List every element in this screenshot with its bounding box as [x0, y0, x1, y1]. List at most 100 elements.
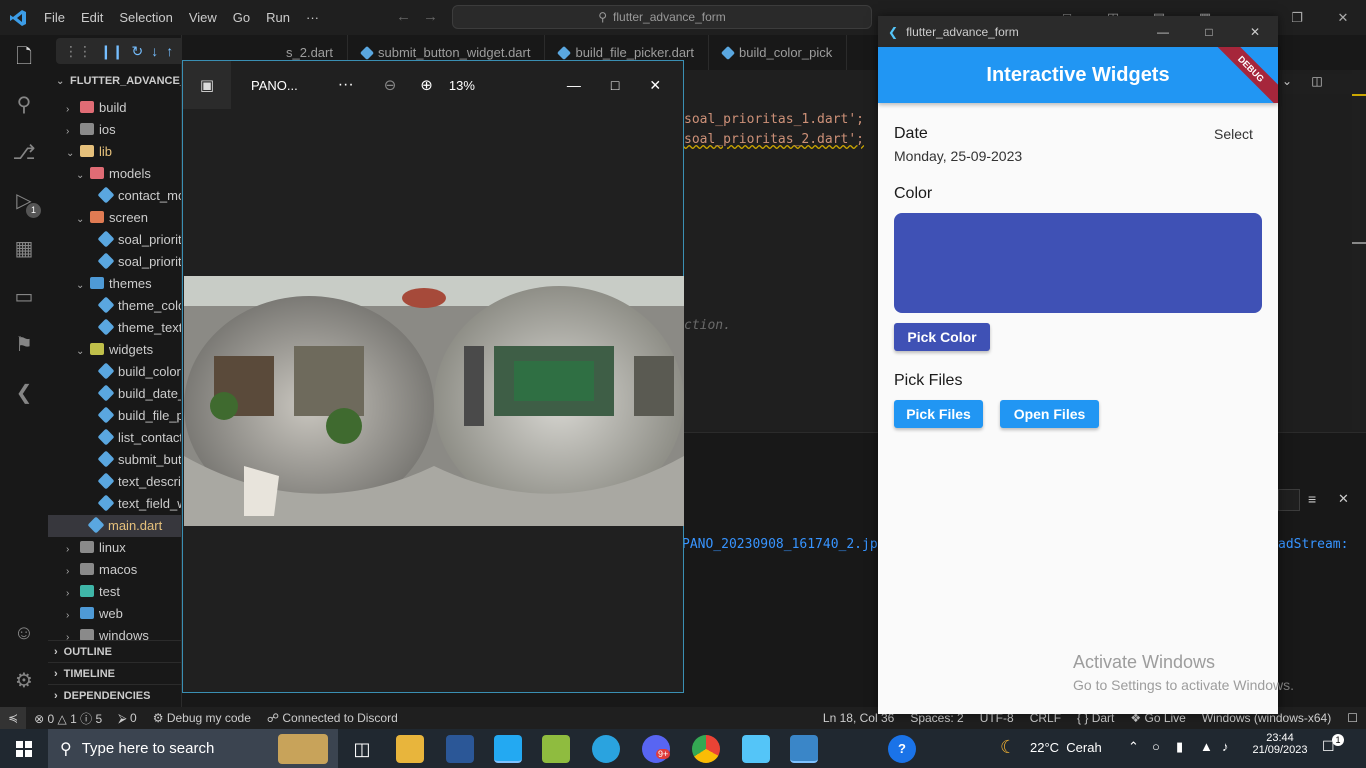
pause-icon[interactable]: ❙❙	[100, 43, 123, 60]
tree-folder[interactable]: ⌄ models	[48, 163, 181, 185]
tree-file[interactable]: list_contact	[48, 427, 181, 449]
maximize-icon[interactable]: □	[611, 77, 619, 93]
command-center-search[interactable]: ⚲ flutter_advance_form	[452, 5, 872, 29]
zoom-out-icon[interactable]: ⊖	[384, 76, 397, 94]
tree-folder[interactable]: › ios	[48, 119, 181, 141]
ports-indicator[interactable]: ⮚ 0	[110, 711, 145, 726]
tree-file[interactable]: soal_priorit	[48, 251, 181, 273]
pick-color-button[interactable]: Pick Color	[894, 323, 990, 351]
close-icon[interactable]: ✕	[1320, 0, 1366, 35]
restore-icon[interactable]: ❐	[1274, 0, 1320, 35]
tree-file[interactable]: text_descri	[48, 471, 181, 493]
help-icon[interactable]: ?	[888, 735, 916, 763]
editor-minimap[interactable]	[1352, 70, 1366, 430]
discord-icon[interactable]: 9+	[642, 735, 671, 763]
minimize-icon[interactable]: —	[1140, 25, 1186, 39]
chrome-icon[interactable]	[692, 735, 720, 763]
taskbar-search[interactable]: ⚲ Type here to search	[48, 729, 338, 768]
pick-files-button[interactable]: Pick Files	[894, 400, 983, 428]
explorer-icon[interactable]: 🗋	[10, 43, 38, 71]
search-icon[interactable]: ⚲	[10, 91, 38, 119]
clear-output-icon[interactable]: ≡	[1308, 491, 1316, 507]
photos-taskbar-icon[interactable]	[790, 735, 818, 763]
flutter-icon[interactable]: ❮	[10, 379, 38, 407]
run-debug-icon[interactable]: ▷ 1	[10, 187, 41, 218]
menu-selection[interactable]: Selection	[111, 0, 180, 35]
file-explorer-icon[interactable]	[396, 735, 424, 763]
flutter-taskbar-icon[interactable]	[742, 735, 770, 763]
discord-status[interactable]: ☍ Connected to Discord	[259, 711, 406, 725]
tree-folder[interactable]: › test	[48, 581, 181, 603]
section-outline[interactable]: › OUTLINE	[48, 640, 181, 662]
step-over-icon[interactable]: ↻	[131, 43, 143, 60]
split-editor-icon[interactable]: ◫	[1311, 74, 1322, 88]
tree-folder[interactable]: ⌄ lib	[48, 141, 181, 163]
close-icon[interactable]: ✕	[1232, 25, 1278, 39]
tree-file[interactable]: submit_but	[48, 449, 181, 471]
tree-file[interactable]: theme_colo	[48, 295, 181, 317]
settings-gear-icon[interactable]: ⚙	[10, 667, 38, 695]
menu-file[interactable]: File	[36, 0, 73, 35]
tab-build-color-picker[interactable]: build_color_pick	[709, 35, 848, 70]
start-button[interactable]	[0, 729, 48, 768]
extensions-icon[interactable]: ▦	[10, 235, 38, 263]
photos-app-icon[interactable]: ▣	[183, 61, 231, 109]
tree-file[interactable]: theme_text	[48, 317, 181, 339]
step-out-icon[interactable]: ↑	[166, 43, 173, 59]
menu-run[interactable]: Run	[258, 0, 298, 35]
explorer-root[interactable]: ⌄FLUTTER_ADVANCE_FO	[56, 70, 181, 92]
panorama-image[interactable]	[184, 276, 684, 526]
remote-icon[interactable]: ≼	[0, 707, 27, 729]
open-files-button[interactable]: Open Files	[1000, 400, 1099, 428]
menu-edit[interactable]: Edit	[73, 0, 111, 35]
nav-arrows[interactable]: ←→	[396, 8, 450, 25]
menu-more[interactable]: ···	[298, 0, 327, 35]
tree-file[interactable]: build_color	[48, 361, 181, 383]
account-icon[interactable]: ☺	[10, 619, 38, 647]
clock[interactable]: 23:44 21/09/2023	[1250, 732, 1310, 756]
tree-folder[interactable]: › macos	[48, 559, 181, 581]
vscode-taskbar-icon[interactable]	[494, 735, 522, 763]
drag-handle-icon[interactable]: ⋮⋮	[64, 43, 92, 60]
panel-filter-input[interactable]	[1278, 489, 1300, 511]
editor-app-icon[interactable]	[542, 735, 570, 763]
more-options-button[interactable]: ···	[338, 76, 354, 94]
telegram-icon[interactable]	[592, 735, 620, 763]
step-into-icon[interactable]: ↓	[151, 43, 158, 59]
menu-view[interactable]: View	[181, 0, 225, 35]
tree-file[interactable]: text_field_w	[48, 493, 181, 515]
chevron-down-icon[interactable]: ⌄	[1282, 74, 1292, 88]
section-timeline[interactable]: › TIMELINE	[48, 662, 181, 684]
debug-mode[interactable]: ⚙ Debug my code	[145, 711, 259, 725]
tree-folder[interactable]: ⌄ screen	[48, 207, 181, 229]
tree-folder[interactable]: › build	[48, 97, 181, 119]
testing-icon[interactable]: ⚑	[10, 331, 38, 359]
section-dependencies[interactable]: › DEPENDENCIES	[48, 684, 181, 706]
tree-folder[interactable]: ⌄ widgets	[48, 339, 181, 361]
select-date-button[interactable]: Select	[1214, 126, 1253, 142]
notifications-bell-icon[interactable]: ☐	[1339, 711, 1366, 725]
close-icon[interactable]: ✕	[649, 77, 661, 94]
tray-app-icon[interactable]: ○	[1152, 739, 1160, 754]
tree-file[interactable]: contact_mo	[48, 185, 181, 207]
source-control-icon[interactable]: ⎇	[10, 139, 38, 167]
tree-file[interactable]: build_file_p	[48, 405, 181, 427]
close-panel-icon[interactable]: ✕	[1338, 491, 1349, 507]
weather-text[interactable]: 22°C Cerah	[1030, 740, 1102, 755]
problems-indicator[interactable]: ⊗ 0 △ 1 ⓘ 5	[26, 710, 110, 727]
tree-folder[interactable]: › web	[48, 603, 181, 625]
notification-center-icon[interactable]: ☐ 1	[1322, 734, 1344, 755]
tree-folder[interactable]: › linux	[48, 537, 181, 559]
chevron-up-icon[interactable]: ⌃	[1128, 739, 1139, 755]
volume-icon[interactable]: ♪	[1222, 739, 1229, 754]
zoom-in-icon[interactable]: ⊕	[420, 76, 433, 94]
tree-file[interactable]: build_date_	[48, 383, 181, 405]
word-icon[interactable]	[446, 735, 474, 763]
minimize-icon[interactable]: —	[567, 77, 581, 93]
menu-go[interactable]: Go	[225, 0, 258, 35]
remote-explorer-icon[interactable]: ▭	[10, 283, 38, 311]
code-editor[interactable]: soal_prioritas_1.dart'; soal_prioritas_2…	[684, 70, 878, 430]
task-view-icon[interactable]: ◫	[348, 735, 376, 763]
maximize-icon[interactable]: □	[1186, 25, 1232, 39]
tree-folder[interactable]: ⌄ themes	[48, 273, 181, 295]
